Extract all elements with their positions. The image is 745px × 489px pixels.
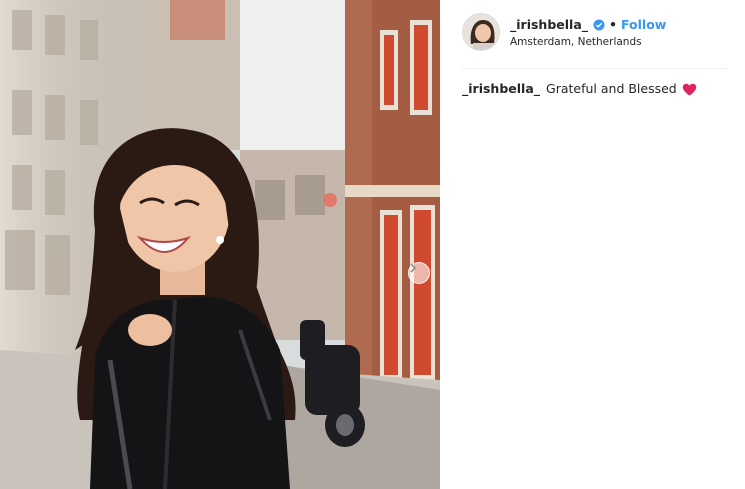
caption-text: Grateful and Blessed bbox=[546, 81, 677, 96]
post-side-panel: _irishbella_ • Follow Amsterdam, Netherl… bbox=[440, 0, 745, 489]
verified-badge-icon bbox=[593, 19, 605, 31]
follow-button[interactable]: Follow bbox=[621, 17, 666, 33]
carousel-next-button[interactable] bbox=[408, 262, 430, 284]
street-portrait-image bbox=[0, 0, 440, 489]
post-header: _irishbella_ • Follow Amsterdam, Netherl… bbox=[462, 13, 727, 69]
separator-dot: • bbox=[609, 17, 618, 32]
post-header-line: _irishbella_ • Follow bbox=[510, 17, 666, 33]
avatar[interactable] bbox=[462, 13, 500, 51]
post-photo[interactable] bbox=[0, 0, 440, 489]
red-heart-icon bbox=[682, 83, 697, 96]
location-link[interactable]: Amsterdam, Netherlands bbox=[510, 36, 642, 48]
caption-username-link[interactable]: _irishbella_ bbox=[462, 81, 540, 97]
username-link[interactable]: _irishbella_ bbox=[510, 17, 588, 33]
post-caption: _irishbella_ Grateful and Blessed bbox=[462, 81, 727, 97]
